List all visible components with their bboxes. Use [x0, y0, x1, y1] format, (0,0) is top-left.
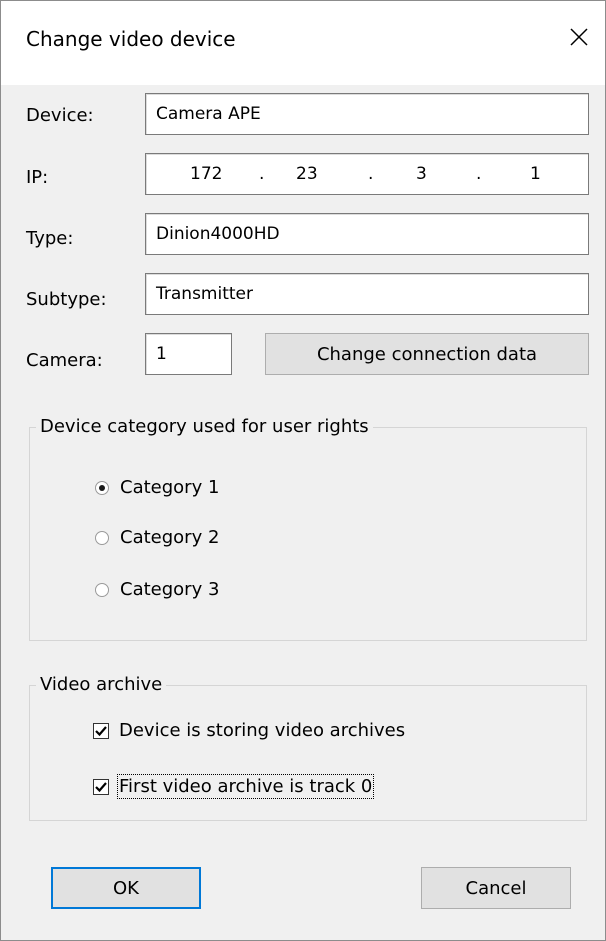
subtype-label: Subtype:	[26, 289, 107, 310]
first-archive-track0-label: First video archive is track 0	[116, 774, 375, 799]
ip-dot: .	[476, 164, 482, 184]
title-bar: Change video device	[1, 1, 605, 85]
checkbox-checked-icon	[93, 778, 109, 795]
type-label: Type:	[26, 228, 74, 249]
ip-label: IP:	[26, 167, 49, 188]
category-1-radio[interactable]: Category 1	[95, 477, 219, 498]
close-button[interactable]	[561, 21, 597, 57]
type-input[interactable]: Dinion4000HD	[145, 213, 589, 255]
camera-label: Camera:	[26, 350, 103, 371]
close-icon	[569, 27, 589, 51]
category-3-label: Category 3	[120, 579, 220, 600]
storing-archives-label: Device is storing video archives	[119, 720, 406, 741]
camera-value: 1	[156, 344, 167, 364]
checkbox-checked-icon	[93, 722, 109, 739]
category-3-radio[interactable]: Category 3	[95, 579, 219, 600]
radio-selected-icon	[95, 480, 109, 495]
ip-octet-2[interactable]: 23	[296, 154, 318, 194]
category-2-radio[interactable]: Category 2	[95, 527, 219, 548]
cancel-button[interactable]: Cancel	[421, 867, 571, 909]
ip-dot: .	[368, 164, 374, 184]
change-video-device-dialog: Change video device Device: Camera APE I…	[0, 0, 606, 941]
ip-octet-1[interactable]: 172	[190, 154, 222, 194]
radio-unselected-icon	[95, 582, 109, 597]
radio-unselected-icon	[95, 530, 109, 545]
subtype-input[interactable]: Transmitter	[145, 273, 589, 315]
category-1-label: Category 1	[120, 477, 220, 498]
device-input[interactable]: Camera APE	[145, 93, 589, 135]
ip-octet-4[interactable]: 1	[530, 154, 541, 194]
ok-button[interactable]: OK	[51, 867, 201, 909]
video-archive-group: Video archive	[29, 674, 587, 821]
category-2-label: Category 2	[120, 527, 220, 548]
device-category-group-title: Device category used for user rights	[36, 416, 373, 437]
device-label: Device:	[26, 105, 94, 126]
ip-address-input[interactable]: 172 . 23 . 3 . 1	[145, 153, 589, 195]
change-connection-data-button[interactable]: Change connection data	[265, 333, 589, 375]
subtype-value: Transmitter	[156, 284, 253, 304]
storing-archives-checkbox[interactable]: Device is storing video archives	[93, 720, 405, 741]
device-value: Camera APE	[156, 104, 261, 124]
video-archive-group-title: Video archive	[36, 674, 167, 695]
ip-dot: .	[259, 164, 265, 184]
type-value: Dinion4000HD	[156, 224, 280, 244]
first-archive-track0-checkbox[interactable]: First video archive is track 0	[93, 774, 375, 799]
dialog-title: Change video device	[26, 27, 236, 51]
ip-octet-3[interactable]: 3	[416, 154, 427, 194]
camera-input[interactable]: 1	[145, 333, 232, 375]
